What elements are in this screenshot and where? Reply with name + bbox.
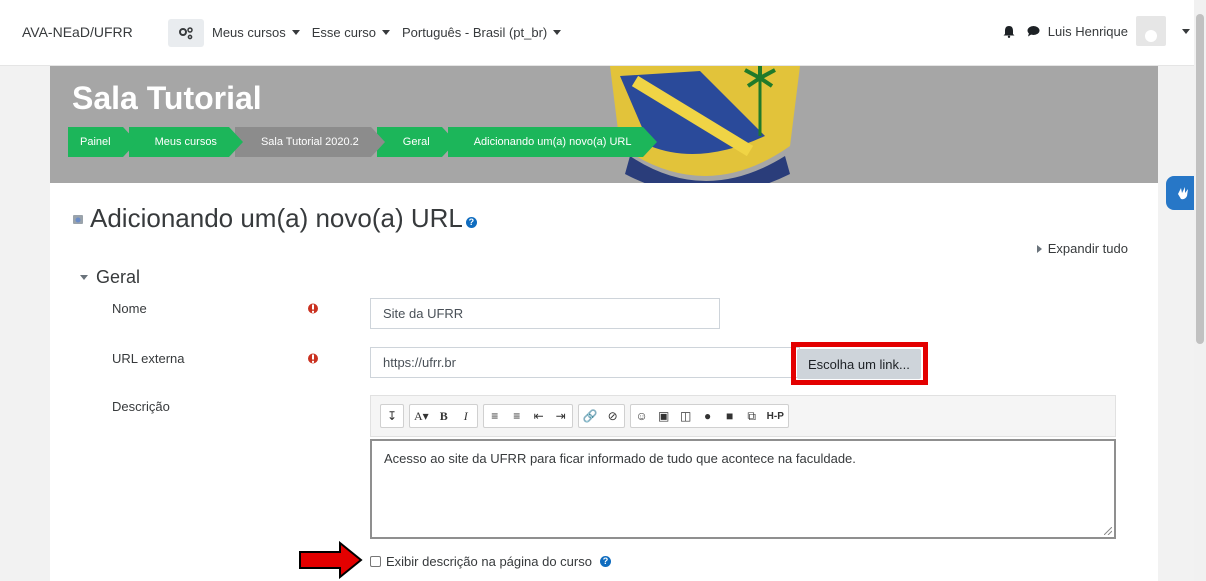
breadcrumb-current[interactable]: Adicionando um(a) novo(a) URL	[447, 127, 658, 157]
main-content: Adicionando um(a) novo(a) URL ? Expandir…	[50, 183, 1158, 581]
site-brand-link[interactable]: AVA-NEaD/UFRR	[22, 24, 133, 40]
italic-icon[interactable]: I	[455, 405, 477, 427]
caret-down-icon	[291, 30, 300, 35]
course-title: Sala Tutorial	[72, 80, 262, 116]
name-input[interactable]: Site da UFRR	[370, 298, 720, 329]
gear-icon	[179, 27, 193, 40]
video-camera-icon[interactable]: ■	[719, 405, 741, 427]
resize-grip-icon[interactable]	[1104, 527, 1112, 535]
show-description-label[interactable]: Exibir descrição na página do curso	[386, 554, 592, 569]
name-label: Nome	[112, 301, 147, 316]
user-nav: Luis Henrique	[1003, 16, 1190, 46]
url-input[interactable]: https://ufrr.br	[370, 347, 800, 378]
toolbar-toggle-icon[interactable]: ↧	[381, 405, 403, 427]
highlight-box	[791, 342, 928, 385]
help-icon[interactable]: ?	[599, 556, 611, 567]
course-header-banner: Sala Tutorial Painel Meus cursos Sala Tu…	[50, 66, 1158, 183]
show-description-checkbox[interactable]	[370, 556, 381, 567]
image-icon[interactable]: ▣	[653, 405, 675, 427]
bell-icon[interactable]	[1003, 25, 1015, 38]
breadcrumb-my-courses[interactable]: Meus cursos	[128, 127, 244, 157]
ordered-list-icon[interactable]: ≡	[506, 405, 528, 427]
chat-icon[interactable]	[1027, 25, 1040, 37]
user-name[interactable]: Luis Henrique	[1048, 24, 1128, 39]
outdent-icon[interactable]: ⇤	[528, 405, 550, 427]
caret-down-icon	[553, 30, 562, 35]
menu-language[interactable]: Português - Brasil (pt_br)	[402, 25, 562, 40]
red-arrow-annotation	[299, 541, 363, 579]
avatar[interactable]	[1136, 16, 1166, 46]
url-label: URL externa	[112, 351, 185, 366]
triangle-right-icon	[1036, 244, 1042, 253]
page-scrollbar[interactable]	[1194, 0, 1206, 581]
link-icon[interactable]: 🔗	[579, 405, 602, 427]
breadcrumb: Painel Meus cursos Sala Tutorial 2020.2 …	[68, 127, 658, 157]
triangle-down-icon	[80, 275, 88, 280]
exclamation-icon	[308, 353, 318, 364]
microphone-icon[interactable]: ●	[697, 405, 719, 427]
caret-down-icon	[382, 30, 391, 35]
media-file-icon[interactable]: ◫	[675, 405, 697, 427]
emoticon-icon[interactable]: ☺	[631, 405, 653, 427]
admin-gear-button[interactable]	[168, 19, 204, 47]
expand-all-link[interactable]: Expandir tudo	[1036, 241, 1128, 256]
section-general-toggle[interactable]: Geral	[80, 267, 140, 288]
avatar-placeholder-icon	[1145, 30, 1157, 42]
editor-toolbar: ↧ A▾ B I ≡ ≡ ⇤ ⇥ 🔗 ⊘ ☺ ▣ ◫ ● ■ ⧉ H-P	[370, 395, 1116, 437]
unordered-list-icon[interactable]: ≡	[484, 405, 506, 427]
bold-icon[interactable]: B	[433, 405, 455, 427]
breadcrumb-dashboard[interactable]: Painel	[68, 127, 137, 157]
url-resource-icon	[73, 214, 83, 224]
menu-this-course[interactable]: Esse curso	[312, 25, 391, 40]
show-description-row: Exibir descrição na página do curso ?	[370, 554, 611, 569]
unlink-icon[interactable]: ⊘	[602, 405, 624, 427]
description-label: Descrição	[112, 399, 170, 414]
description-text: Acesso ao site da UFRR para ficar inform…	[384, 451, 856, 466]
copy-icon[interactable]: ⧉	[741, 405, 763, 427]
caret-down-icon[interactable]	[1182, 28, 1190, 34]
nav-menu: Meus cursos Esse curso Português - Brasi…	[212, 25, 562, 40]
font-style-icon[interactable]: A▾	[410, 405, 433, 427]
menu-my-courses[interactable]: Meus cursos	[212, 25, 300, 40]
breadcrumb-section[interactable]: Geral	[376, 127, 456, 157]
exclamation-icon	[308, 303, 318, 314]
top-navbar: AVA-NEaD/UFRR Meus cursos Esse curso Por…	[0, 0, 1206, 66]
page-title: Adicionando um(a) novo(a) URL	[90, 203, 463, 233]
help-icon[interactable]: ?	[465, 217, 477, 228]
university-crest-image	[610, 66, 800, 183]
description-editor[interactable]: Acesso ao site da UFRR para ficar inform…	[370, 439, 1116, 539]
page-heading: Adicionando um(a) novo(a) URL ?	[72, 203, 477, 234]
scrollbar-thumb[interactable]	[1196, 14, 1204, 344]
h5p-icon[interactable]: H-P	[763, 405, 788, 427]
sign-language-icon	[1178, 187, 1188, 200]
indent-icon[interactable]: ⇥	[550, 405, 572, 427]
breadcrumb-course[interactable]: Sala Tutorial 2020.2	[234, 127, 385, 157]
